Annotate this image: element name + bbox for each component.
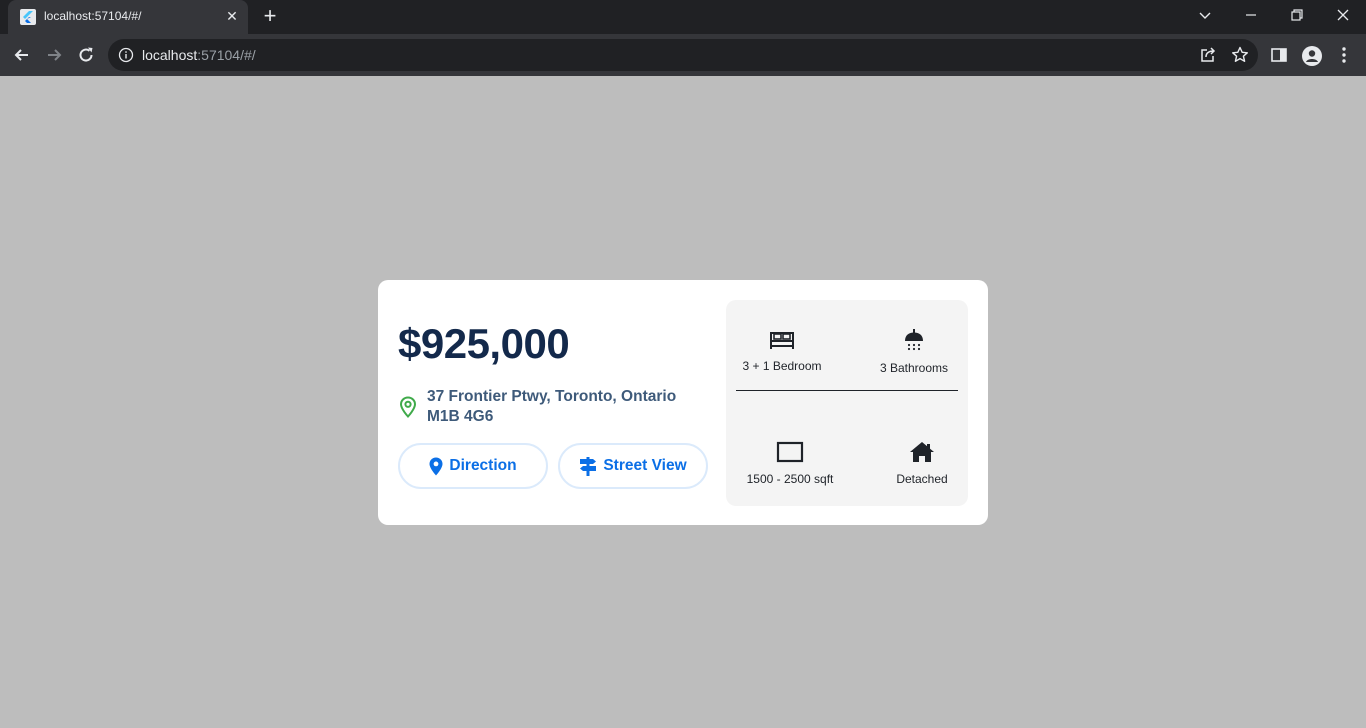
location-pin-icon xyxy=(399,396,419,418)
feature-area: 1500 - 2500 sqft xyxy=(742,441,838,486)
address-bar[interactable]: localhost:57104/#/ xyxy=(108,39,1258,71)
shower-icon xyxy=(903,328,925,357)
flutter-favicon-icon xyxy=(20,9,36,25)
tab-search-icon[interactable] xyxy=(1182,0,1228,30)
browser-tab[interactable]: localhost:57104/#/ ✕ xyxy=(8,0,248,34)
share-icon[interactable] xyxy=(1198,45,1218,65)
profile-avatar-icon[interactable] xyxy=(1301,45,1322,66)
street-view-button-label: Street View xyxy=(603,457,687,474)
tab-title: localhost:57104/#/ xyxy=(44,9,142,23)
signpost-icon xyxy=(579,456,597,476)
direction-button-label: Direction xyxy=(449,457,517,474)
features-panel: 3 + 1 Bedroom 3 Bathrooms 1500 - 2500 sq… xyxy=(726,300,968,506)
restore-button[interactable] xyxy=(1274,0,1320,30)
feature-property-type: Detached xyxy=(890,441,954,486)
bed-icon xyxy=(769,330,795,355)
url-host: localhost xyxy=(142,47,198,63)
street-view-button[interactable]: Street View xyxy=(558,443,708,489)
minimize-button[interactable] xyxy=(1228,0,1274,30)
direction-button[interactable]: Direction xyxy=(398,443,548,489)
url-text: localhost:57104/#/ xyxy=(142,47,256,63)
browser-tab-bar: localhost:57104/#/ ✕ + xyxy=(0,0,1366,34)
side-panel-icon[interactable] xyxy=(1269,45,1289,65)
bookmark-star-icon[interactable] xyxy=(1230,45,1250,65)
back-arrow-icon[interactable] xyxy=(8,41,36,69)
info-icon[interactable] xyxy=(118,47,134,63)
features-divider xyxy=(736,390,958,391)
bedrooms-label: 3 + 1 Bedroom xyxy=(742,359,822,373)
forward-arrow-icon[interactable] xyxy=(40,41,68,69)
listing-address: 37 Frontier Ptwy, Toronto, Ontario M1B 4… xyxy=(427,388,677,425)
feature-bathrooms: 3 Bathrooms xyxy=(876,328,952,375)
listing-card: $925,000 37 Frontier Ptwy, Toronto, Onta… xyxy=(378,280,988,525)
url-path: :57104/#/ xyxy=(197,47,256,63)
more-menu-icon[interactable] xyxy=(1334,45,1354,65)
listing-price: $925,000 xyxy=(398,320,570,367)
property-type-label: Detached xyxy=(896,472,948,486)
house-icon xyxy=(909,441,935,468)
close-window-button[interactable] xyxy=(1320,0,1366,30)
tab-close-icon[interactable]: ✕ xyxy=(224,8,240,24)
map-marker-icon xyxy=(429,457,443,476)
area-square-icon xyxy=(776,441,804,468)
reload-icon[interactable] xyxy=(72,41,100,69)
new-tab-button[interactable]: + xyxy=(258,5,282,29)
page-background: $925,000 37 Frontier Ptwy, Toronto, Onta… xyxy=(0,76,1366,728)
bathrooms-label: 3 Bathrooms xyxy=(879,361,949,375)
area-label: 1500 - 2500 sqft xyxy=(746,472,834,486)
feature-bedrooms: 3 + 1 Bedroom xyxy=(742,330,822,373)
browser-toolbar: localhost:57104/#/ xyxy=(0,34,1366,76)
